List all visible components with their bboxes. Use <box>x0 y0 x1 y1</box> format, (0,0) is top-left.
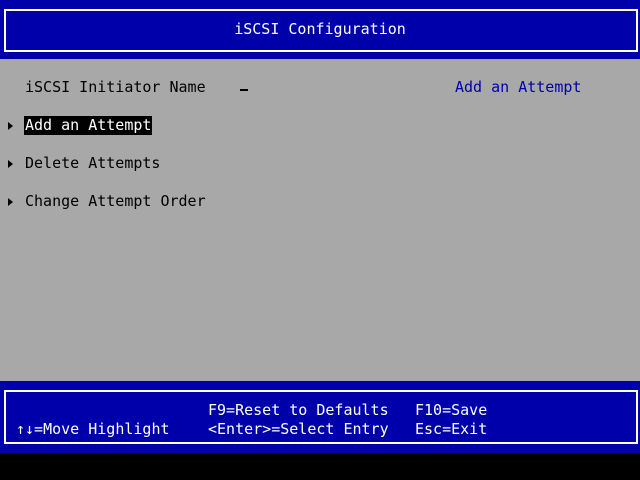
key-help-bar: F9=Reset to Defaults F10=Save ↑↓=Move Hi… <box>0 381 640 453</box>
key-hint-save: F10=Save <box>415 401 488 419</box>
key-hint-exit: Esc=Exit <box>415 420 488 438</box>
help-text: Add an Attempt <box>455 78 582 96</box>
menu-item-add-attempt[interactable]: Add an Attempt <box>24 116 153 135</box>
menu-item-change-attempt-order[interactable]: Change Attempt Order <box>24 192 207 211</box>
submenu-arrow-icon <box>8 198 13 206</box>
page-title: iSCSI Configuration <box>234 20 406 38</box>
submenu-arrow-icon <box>8 122 13 130</box>
menu-item-delete-attempts[interactable]: Delete Attempts <box>24 154 161 173</box>
key-hint-reset-defaults: F9=Reset to Defaults <box>208 401 389 419</box>
title-bar: iSCSI Configuration <box>0 0 640 59</box>
key-hint-select-entry: <Enter>=Select Entry <box>208 420 389 438</box>
main-panel: iSCSI Initiator Name Add an Attempt Add … <box>0 59 640 381</box>
submenu-arrow-icon <box>8 160 13 168</box>
initiator-name-label: iSCSI Initiator Name <box>25 78 206 96</box>
initiator-name-field[interactable] <box>240 89 248 91</box>
key-hint-move-highlight: ↑↓=Move Highlight <box>16 420 170 438</box>
